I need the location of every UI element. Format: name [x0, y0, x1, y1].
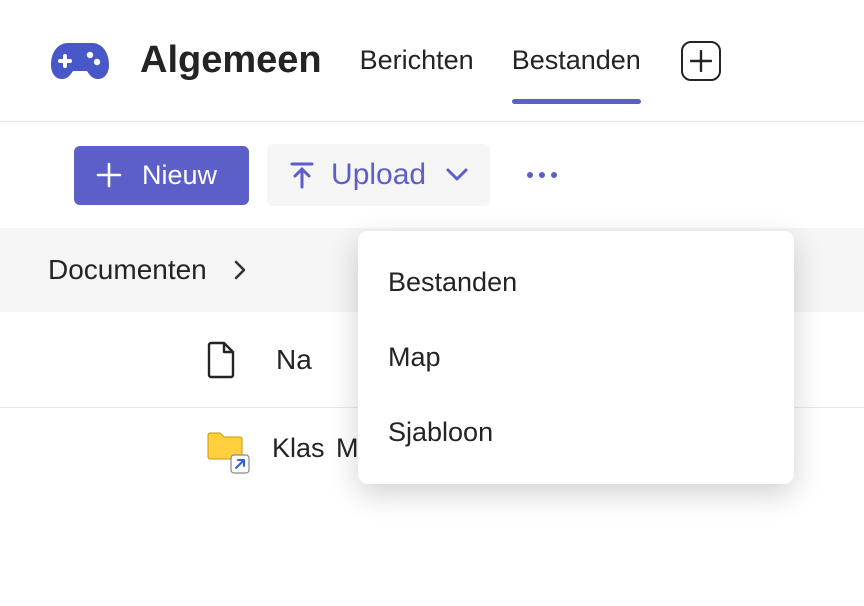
ellipsis-icon [539, 172, 545, 178]
upload-button-label: Upload [331, 158, 426, 192]
add-tab-button[interactable] [681, 41, 721, 81]
tab-label: Berichten [360, 45, 474, 75]
chevron-right-icon [233, 260, 247, 280]
document-icon [206, 341, 236, 379]
upload-menu: Bestanden Map Sjabloon [358, 231, 794, 484]
channel-name: Algemeen [140, 39, 322, 82]
active-tab-indicator [512, 99, 641, 104]
tab-berichten[interactable]: Berichten [360, 45, 474, 76]
folder-shortcut-icon [206, 429, 244, 468]
menu-item-label: Bestanden [388, 267, 517, 297]
files-toolbar: Nieuw Upload [0, 122, 864, 228]
team-avatar [48, 29, 112, 93]
upload-button[interactable]: Upload [267, 144, 490, 206]
channel-header: Algemeen Berichten Bestanden [0, 0, 864, 122]
ellipsis-icon [551, 172, 557, 178]
tab-label: Bestanden [512, 45, 641, 75]
chevron-down-icon [446, 168, 468, 182]
column-name-header[interactable]: Na [276, 344, 312, 376]
menu-item-label: Map [388, 342, 441, 372]
menu-item-label: Sjabloon [388, 417, 493, 447]
upload-menu-item-folder[interactable]: Map [358, 320, 794, 395]
ellipsis-icon [527, 172, 533, 178]
gamepad-icon [51, 41, 109, 81]
tab-bestanden[interactable]: Bestanden [512, 45, 641, 76]
new-button-label: Nieuw [142, 160, 217, 191]
upload-icon [289, 161, 315, 189]
upload-menu-item-template[interactable]: Sjabloon [358, 395, 794, 470]
plus-icon [690, 50, 712, 72]
new-button[interactable]: Nieuw [74, 146, 249, 205]
file-name-part: Klas [272, 433, 325, 463]
plus-icon [96, 162, 122, 188]
more-actions-button[interactable] [514, 162, 570, 188]
breadcrumb-root[interactable]: Documenten [48, 254, 207, 286]
upload-menu-item-files[interactable]: Bestanden [358, 245, 794, 320]
